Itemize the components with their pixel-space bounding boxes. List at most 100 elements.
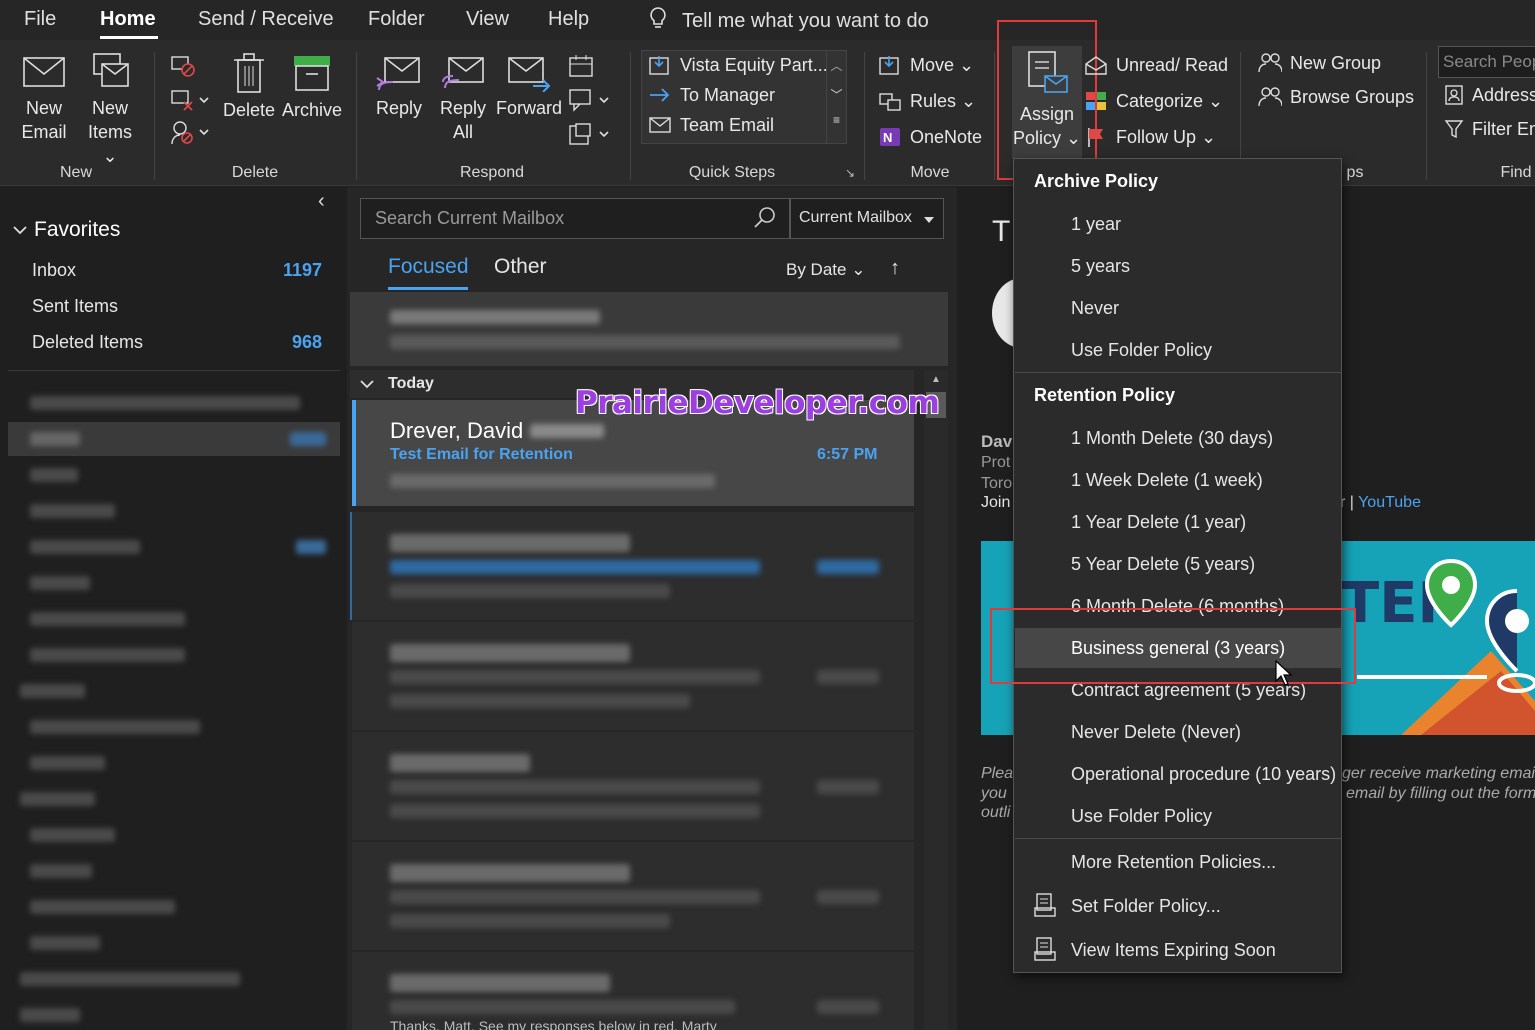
blurred-folder[interactable]	[30, 468, 78, 482]
archive-button[interactable]: Archive	[282, 52, 342, 122]
chevron-down-icon[interactable]: ﹀	[827, 86, 846, 103]
blurred-text	[530, 424, 604, 438]
categorize-button[interactable]: Categorize ⌄	[1084, 90, 1223, 112]
delete-button[interactable]: Delete	[222, 52, 276, 122]
retention-never-delete[interactable]: Never Delete (Never)	[1015, 712, 1341, 752]
address-book-button[interactable]: Address	[1444, 84, 1535, 106]
set-folder-policy[interactable]: Set Folder Policy...	[1015, 886, 1341, 926]
new-items-button[interactable]: New Items ⌄	[80, 52, 140, 168]
retention-1-month[interactable]: 1 Month Delete (30 days)	[1015, 418, 1341, 458]
favorite-sent-items[interactable]: Sent Items	[0, 292, 340, 328]
blurred-folder[interactable]	[30, 576, 90, 590]
blurred-folder[interactable]	[30, 720, 200, 734]
gallery-scroll[interactable]: ︿ ﹀ ≡	[826, 51, 846, 143]
favorites-header[interactable]: Favorites	[12, 218, 120, 242]
tab-view[interactable]: View	[466, 8, 509, 31]
reply-button[interactable]: Reply	[372, 52, 426, 120]
message-preview: Thanks, Matt. See my responses below in …	[390, 1018, 717, 1030]
tell-me-search[interactable]: Tell me what you want to do	[648, 6, 929, 36]
new-email-button[interactable]: New Email	[18, 52, 70, 144]
blurred-folder[interactable]	[20, 1008, 80, 1022]
tab-send-receive[interactable]: Send / Receive	[198, 8, 334, 31]
new-group-button[interactable]: New Group	[1258, 52, 1381, 74]
blurred-count	[290, 432, 326, 446]
cleanup-icon[interactable]	[170, 88, 210, 117]
retention-6-month[interactable]: 6 Month Delete (6 months)	[1015, 586, 1341, 626]
dialog-launcher-icon[interactable]: ↘	[845, 166, 855, 180]
blurred-folder[interactable]	[30, 864, 92, 878]
message-item[interactable]	[352, 512, 914, 620]
more-respond-icon[interactable]	[568, 122, 612, 153]
retention-1-week[interactable]: 1 Week Delete (1 week)	[1015, 460, 1341, 500]
onenote-button[interactable]: N OneNote	[878, 126, 982, 148]
search-mailbox-input[interactable]: Search Current Mailbox	[360, 198, 790, 239]
blurred-folder[interactable]	[30, 828, 115, 842]
tab-home[interactable]: Home	[100, 8, 156, 31]
message-item[interactable]	[352, 622, 914, 730]
message-item[interactable]	[352, 842, 914, 950]
tab-help[interactable]: Help	[548, 8, 589, 31]
blurred-folder[interactable]	[30, 900, 175, 914]
expand-gallery-icon[interactable]: ≡	[827, 113, 846, 127]
message-item[interactable]: Thanks, Matt. See my responses below in …	[352, 952, 914, 1030]
chevron-up-icon[interactable]: ︿	[827, 57, 846, 74]
sort-direction-icon[interactable]: ↑	[890, 257, 900, 280]
search-people-input[interactable]: Search Peop	[1438, 46, 1535, 78]
browse-groups-button[interactable]: Browse Groups	[1258, 86, 1414, 108]
blurred-folder[interactable]	[30, 540, 140, 554]
tell-me-label: Tell me what you want to do	[682, 9, 929, 32]
retention-1-year[interactable]: 1 Year Delete (1 year)	[1015, 502, 1341, 542]
tab-focused[interactable]: Focused	[388, 255, 469, 279]
filter-email-button[interactable]: Filter Em	[1444, 118, 1535, 140]
rules-button[interactable]: Rules ⌄	[878, 90, 976, 112]
blurred-folder[interactable]	[20, 684, 85, 698]
blurred-folder[interactable]	[30, 648, 185, 662]
retention-5-year[interactable]: 5 Year Delete (5 years)	[1015, 544, 1341, 584]
youtube-link[interactable]: YouTube	[1358, 494, 1421, 511]
unread-read-button[interactable]: Unread/ Read	[1084, 54, 1228, 76]
ignore-icon[interactable]	[170, 54, 196, 83]
quick-step-vista[interactable]: Vista Equity Part...	[648, 54, 828, 76]
blurred-folder[interactable]	[20, 792, 95, 806]
junk-icon[interactable]	[170, 120, 210, 151]
search-scope-dropdown[interactable]: Current Mailbox	[790, 198, 944, 239]
archive-1-year[interactable]: 1 year	[1015, 204, 1341, 244]
blurred-folder[interactable]	[30, 432, 80, 446]
group-label-move: Move	[910, 164, 950, 181]
search-icon[interactable]	[753, 205, 777, 234]
reply-all-button[interactable]: Reply All	[436, 52, 490, 144]
blurred-folder[interactable]	[30, 936, 100, 950]
tab-other[interactable]: Other	[494, 255, 547, 279]
move-button[interactable]: Move ⌄	[878, 54, 974, 76]
retention-operational-procedure[interactable]: Operational procedure (10 years)	[1015, 754, 1341, 794]
tab-folder[interactable]: Folder	[368, 8, 425, 31]
meeting-icon[interactable]	[568, 54, 596, 85]
forward-button[interactable]: Forward	[496, 52, 562, 120]
view-items-expiring-soon[interactable]: View Items Expiring Soon	[1015, 930, 1341, 970]
blurred-folder[interactable]	[30, 756, 105, 770]
other-messages-banner[interactable]	[350, 292, 948, 366]
favorite-deleted-items[interactable]: Deleted Items 968	[0, 328, 340, 364]
blurred-folder[interactable]	[20, 972, 240, 986]
more-retention-policies[interactable]: More Retention Policies...	[1015, 842, 1341, 882]
retention-use-folder-policy[interactable]: Use Folder Policy	[1015, 796, 1341, 836]
blurred-folder[interactable]	[30, 504, 115, 518]
favorite-inbox[interactable]: Inbox 1197	[0, 256, 340, 292]
im-reply-icon[interactable]	[568, 88, 612, 119]
scrollbar[interactable]: ▲	[924, 370, 948, 1030]
archive-never[interactable]: Never	[1015, 288, 1341, 328]
message-item[interactable]	[352, 732, 914, 840]
collapse-pane-icon[interactable]: ‹	[318, 190, 325, 213]
envelope-icon	[23, 57, 65, 87]
quick-step-team-email[interactable]: Team Email	[648, 114, 774, 136]
assign-policy-button[interactable]: Assign Policy ⌄	[1012, 50, 1082, 150]
archive-use-folder-policy[interactable]: Use Folder Policy	[1015, 330, 1341, 370]
quick-step-to-manager[interactable]: To Manager	[648, 84, 775, 106]
follow-up-button[interactable]: Follow Up ⌄	[1084, 126, 1216, 148]
blurred-folder[interactable]	[30, 612, 185, 626]
people-icon	[1258, 53, 1282, 73]
group-label-find: Find	[1500, 164, 1532, 181]
sort-by-date[interactable]: By Date ⌄	[786, 260, 865, 280]
tab-file[interactable]: File	[24, 8, 56, 31]
archive-5-years[interactable]: 5 years	[1015, 246, 1341, 286]
